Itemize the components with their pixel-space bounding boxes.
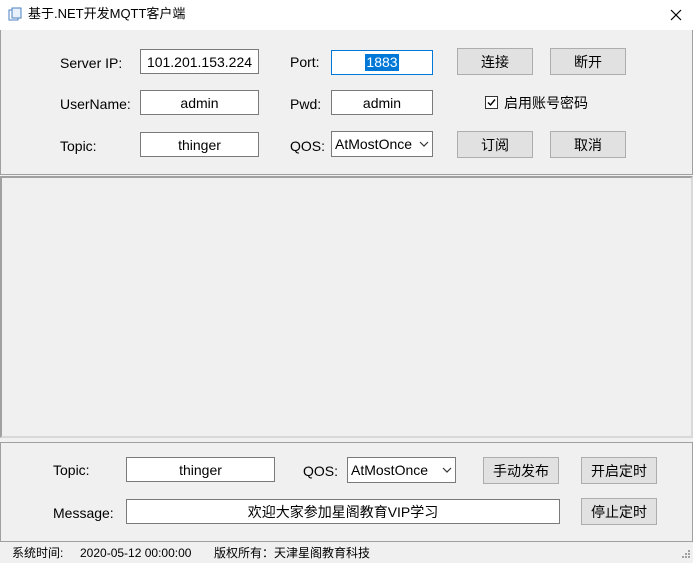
system-time-value: 2020-05-12 00:00:00 xyxy=(80,546,192,560)
window-title: 基于.NET开发MQTT客户端 xyxy=(28,6,186,21)
qos-select-value: AtMostOnce xyxy=(335,136,413,152)
username-label: UserName: xyxy=(60,96,131,112)
server-ip-label: Server IP: xyxy=(60,55,123,71)
topic-label: Topic: xyxy=(60,138,97,154)
message-input[interactable]: 欢迎大家参加星阁教育VIP学习 xyxy=(126,499,560,524)
username-input[interactable]: admin xyxy=(140,90,259,115)
message-label: Message: xyxy=(53,505,114,521)
enable-auth-checkbox[interactable] xyxy=(485,96,498,109)
system-time-label: 系统时间: xyxy=(12,546,64,560)
port-label: Port: xyxy=(290,54,320,70)
pwd-input[interactable]: admin xyxy=(331,90,433,115)
topic-input[interactable]: thinger xyxy=(140,132,259,157)
chevron-down-icon xyxy=(439,467,455,473)
qos-select[interactable]: AtMostOnce xyxy=(331,131,433,157)
port-input[interactable]: 1883 xyxy=(331,50,433,75)
publish-qos-label: QOS: xyxy=(303,463,339,479)
publish-topic-input[interactable]: thinger xyxy=(126,457,275,482)
manual-publish-button[interactable]: 手动发布 xyxy=(483,457,559,484)
publish-qos-select[interactable]: AtMostOnce xyxy=(347,457,456,483)
enable-auth-label: 启用账号密码 xyxy=(504,95,588,111)
publish-topic-label: Topic: xyxy=(53,462,90,478)
qos-label: QOS: xyxy=(290,138,326,154)
publish-qos-select-value: AtMostOnce xyxy=(351,462,429,478)
app-icon xyxy=(8,7,22,21)
connect-button[interactable]: 连接 xyxy=(457,48,533,75)
stop-timer-button[interactable]: 停止定时 xyxy=(581,498,657,525)
subscribe-button[interactable]: 订阅 xyxy=(457,131,533,158)
close-button[interactable] xyxy=(659,0,693,30)
chevron-down-icon xyxy=(416,141,432,147)
disconnect-button[interactable]: 断开 xyxy=(550,48,626,75)
start-timer-button[interactable]: 开启定时 xyxy=(581,457,657,484)
port-value: 1883 xyxy=(365,54,399,71)
message-log[interactable] xyxy=(0,176,693,438)
cancel-button[interactable]: 取消 xyxy=(550,131,626,158)
server-ip-input[interactable]: 101.201.153.224 xyxy=(140,49,259,74)
close-icon xyxy=(670,9,682,21)
resize-grip-icon[interactable] xyxy=(679,549,691,561)
copyright-text: 版权所有：天津星阁教育科技 xyxy=(214,546,371,560)
pwd-label: Pwd: xyxy=(290,96,322,112)
checkmark-icon xyxy=(487,99,496,107)
